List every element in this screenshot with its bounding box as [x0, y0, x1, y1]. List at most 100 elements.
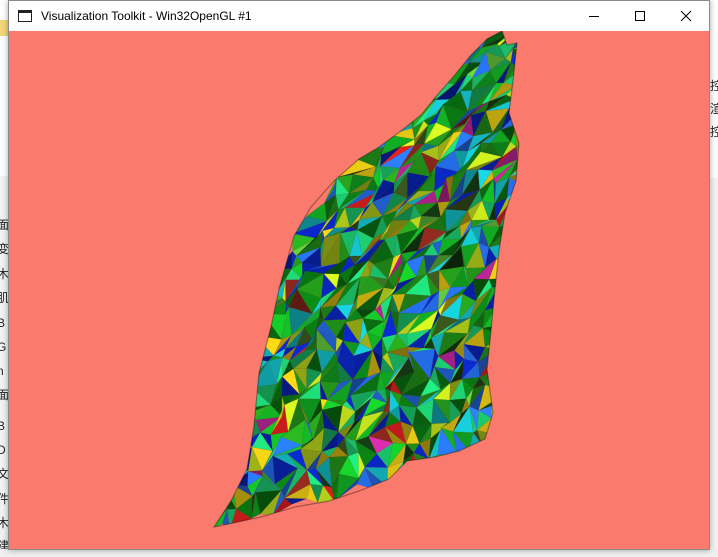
- terrain-facet: [596, 32, 632, 51]
- terrain-facet: [596, 50, 619, 71]
- terrain-facet: [496, 254, 516, 279]
- terrain-facet: [518, 191, 519, 205]
- terrain-facet: [421, 51, 452, 83]
- terrain-facet: [554, 80, 577, 101]
- terrain-facet: [241, 334, 256, 363]
- terrain-facet: [602, 76, 630, 100]
- terrain-facet: [498, 367, 512, 393]
- terrain-facet: [217, 445, 229, 463]
- terrain-facet: [496, 334, 509, 350]
- maximize-icon: [635, 11, 645, 21]
- terrain-facet: [518, 264, 519, 281]
- terrain-facet: [572, 31, 582, 33]
- terrain-facet: [514, 86, 519, 108]
- terrain-facet: [576, 99, 602, 118]
- terrain-facet: [451, 33, 479, 52]
- terrain-facet: [237, 374, 254, 388]
- terrain-facet: [513, 105, 519, 130]
- terrain-facet: [492, 31, 514, 32]
- terrain-facet: [522, 123, 550, 145]
- terrain-facet: [386, 94, 398, 110]
- terrain-facet: [448, 452, 464, 468]
- terrain-facet: [533, 181, 552, 205]
- terrain-facet: [466, 31, 499, 34]
- terrain-facet: [508, 98, 519, 109]
- terrain-facet: [574, 169, 592, 198]
- terrain-facet: [227, 457, 236, 474]
- terrain-facet: [526, 100, 553, 115]
- terrain-facet: [611, 86, 636, 114]
- terrain-facet: [562, 158, 579, 184]
- terrain-facet: [518, 185, 519, 205]
- terrain-facet: [531, 118, 566, 139]
- terrain-facet: [497, 435, 513, 459]
- terrain-facet: [526, 86, 538, 103]
- terrain-facet: [525, 212, 543, 237]
- terrain-facet: [506, 313, 519, 339]
- terrain-facet: [548, 86, 557, 100]
- terrain-facet: [582, 92, 609, 110]
- terrain-facet: [446, 33, 468, 52]
- terrain-facet: [219, 438, 238, 462]
- terrain-facet: [640, 53, 670, 71]
- terrain-facet: [396, 90, 423, 108]
- maximize-button[interactable]: [617, 1, 663, 31]
- terrain-facet: [541, 32, 571, 64]
- terrain-facet: [560, 203, 566, 230]
- terrain-facet: [538, 35, 547, 54]
- terrain-facet: [538, 69, 566, 87]
- terrain-facet: [534, 51, 558, 81]
- terrain-facet: [630, 65, 641, 83]
- terrain-facet: [438, 31, 456, 49]
- terrain-facet: [522, 140, 533, 167]
- render-viewport[interactable]: [9, 31, 709, 549]
- terrain-facet: [560, 153, 576, 172]
- terrain-facet: [530, 86, 548, 103]
- terrain-facet: [476, 429, 501, 447]
- terrain-facet: [628, 67, 657, 88]
- terrain-facet: [531, 43, 566, 64]
- terrain-facet: [506, 299, 516, 324]
- terrain-facet: [566, 96, 568, 104]
- terrain-facet: [530, 237, 546, 247]
- terrain-facet: [424, 42, 448, 59]
- terrain-facet: [514, 287, 519, 312]
- terrain-facet: [516, 131, 519, 147]
- terrain-facet: [507, 328, 519, 350]
- minimize-button[interactable]: [571, 1, 617, 31]
- terrain-facet: [553, 183, 574, 200]
- terrain-facet: [579, 139, 604, 158]
- vtk-render-window[interactable]: Visualization Toolkit - Win32OpenGL #1: [8, 0, 710, 550]
- terrain-facet: [237, 407, 249, 421]
- close-button[interactable]: [663, 1, 709, 31]
- terrain-facet: [226, 472, 235, 486]
- title-bar[interactable]: Visualization Toolkit - Win32OpenGL #1: [9, 1, 709, 31]
- terrain-facet: [591, 31, 599, 47]
- terrain-facet: [520, 247, 540, 272]
- terrain-facet: [576, 130, 606, 151]
- terrain-facet: [416, 458, 429, 474]
- terrain-facet: [214, 460, 229, 483]
- terrain-facet: [237, 357, 254, 377]
- terrain-facet: [421, 58, 434, 83]
- terrain-facet: [552, 205, 564, 232]
- terrain-facet: [604, 60, 619, 71]
- terrain-facet: [582, 108, 598, 135]
- terrain-facet: [533, 232, 552, 240]
- terrain-facet: [632, 31, 662, 32]
- terrain-facet: [491, 385, 512, 407]
- terrain-facet: [530, 240, 546, 265]
- terrain-facet: [628, 67, 657, 88]
- terrain-facet: [563, 198, 586, 203]
- terrain-facet: [567, 90, 598, 104]
- app-icon[interactable]: [17, 8, 33, 24]
- terrain-facet: [491, 417, 513, 441]
- terrain-facet: [574, 158, 592, 184]
- terrain-facet: [510, 247, 519, 279]
- terrain-facet: [547, 49, 572, 69]
- terrain-facet: [214, 496, 228, 510]
- terrain-facet: [551, 49, 572, 69]
- terrain-facet: [619, 32, 632, 60]
- terrain-facet: [579, 156, 604, 170]
- terrain-facet: [399, 101, 413, 129]
